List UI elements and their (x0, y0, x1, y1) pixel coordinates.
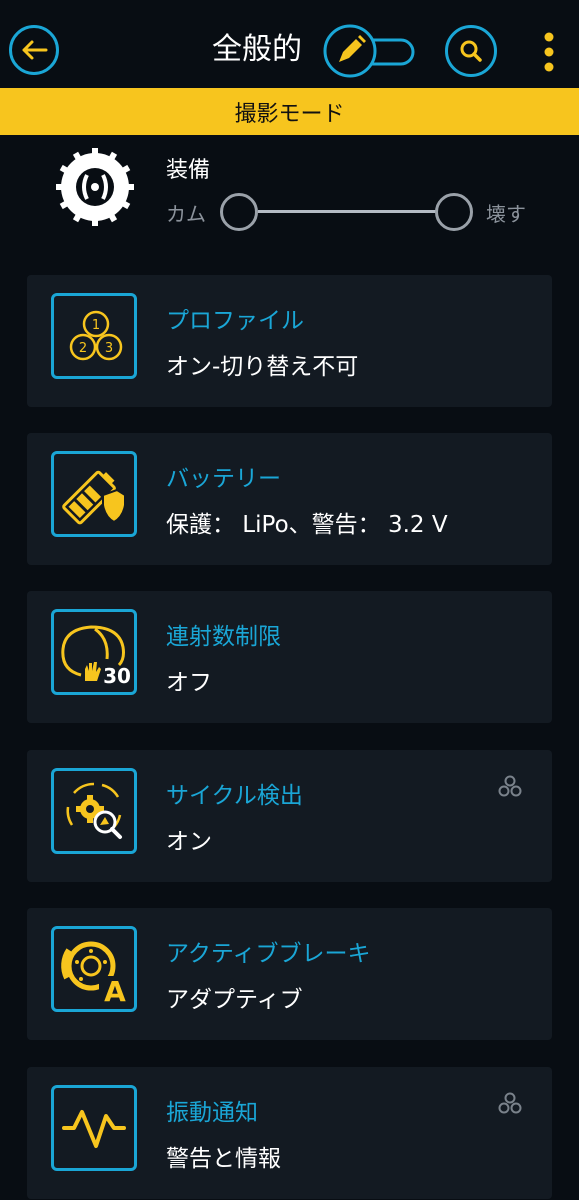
setting-card-profiles[interactable]: 12 3 プロファイル オン-切り替え不可 (27, 275, 552, 407)
profiles-badge-icon (498, 775, 522, 797)
cam-gear-icon (56, 148, 134, 226)
shooting-mode-bar[interactable]: 撮影モード (0, 88, 579, 135)
profiles-icon: 12 3 (51, 293, 137, 379)
setting-card-cycle-detection[interactable]: サイクル検出 オン (27, 750, 552, 882)
slider-knob-left[interactable] (220, 193, 258, 231)
svg-text:2: 2 (79, 341, 87, 356)
setting-value: 保護： LiPo、警告： 3.2 V (166, 512, 448, 538)
profiles-badge-icon (498, 1092, 522, 1114)
battery-shield-icon (51, 451, 137, 537)
setting-value: オン (166, 829, 212, 855)
vibration-icon (51, 1085, 137, 1171)
equipment-slider-track[interactable] (258, 210, 436, 213)
page-title: 全般的 (212, 32, 302, 67)
search-button[interactable] (445, 25, 497, 77)
svg-text:30: 30 (103, 664, 131, 688)
active-brake-icon: A (51, 926, 137, 1012)
svg-text:A: A (104, 975, 126, 1006)
setting-title: バッテリー (166, 466, 281, 492)
setting-card-vibration[interactable]: 振動通知 警告と情報 (27, 1067, 552, 1199)
top-bar: 全般的 (0, 0, 579, 88)
burst-limit-icon: 30 (51, 609, 137, 695)
slider-right-label: 壊す (486, 202, 526, 226)
back-button[interactable] (9, 25, 59, 75)
setting-title: プロファイル (166, 308, 304, 334)
more-options-button[interactable] (536, 32, 562, 74)
edit-toggle[interactable] (323, 24, 415, 78)
setting-title: アクティブブレーキ (166, 941, 371, 967)
setting-card-active-brake[interactable]: A アクティブブレーキ アダプティブ (27, 908, 552, 1040)
search-icon (460, 40, 482, 62)
slider-left-label: カム (166, 202, 206, 226)
svg-text:3: 3 (105, 341, 113, 356)
setting-value: アダプティブ (166, 987, 303, 1013)
mode-bar-label: 撮影モード (234, 101, 345, 127)
setting-title: サイクル検出 (166, 783, 303, 809)
equipment-label: 装備 (166, 158, 211, 183)
arrow-left-icon (22, 40, 48, 60)
setting-card-burst-limit[interactable]: 30 連射数制限 オフ (27, 591, 552, 723)
setting-value: オフ (166, 670, 212, 696)
setting-title: 振動通知 (166, 1100, 258, 1126)
setting-card-battery[interactable]: バッテリー 保護： LiPo、警告： 3.2 V (27, 433, 552, 565)
more-vertical-icon (544, 32, 554, 72)
slider-knob-right[interactable] (435, 193, 473, 231)
setting-title: 連射数制限 (166, 624, 281, 650)
svg-text:1: 1 (92, 318, 100, 333)
cycle-detection-icon (51, 768, 137, 854)
setting-value: オン-切り替え不可 (166, 354, 359, 380)
setting-value: 警告と情報 (166, 1146, 281, 1172)
